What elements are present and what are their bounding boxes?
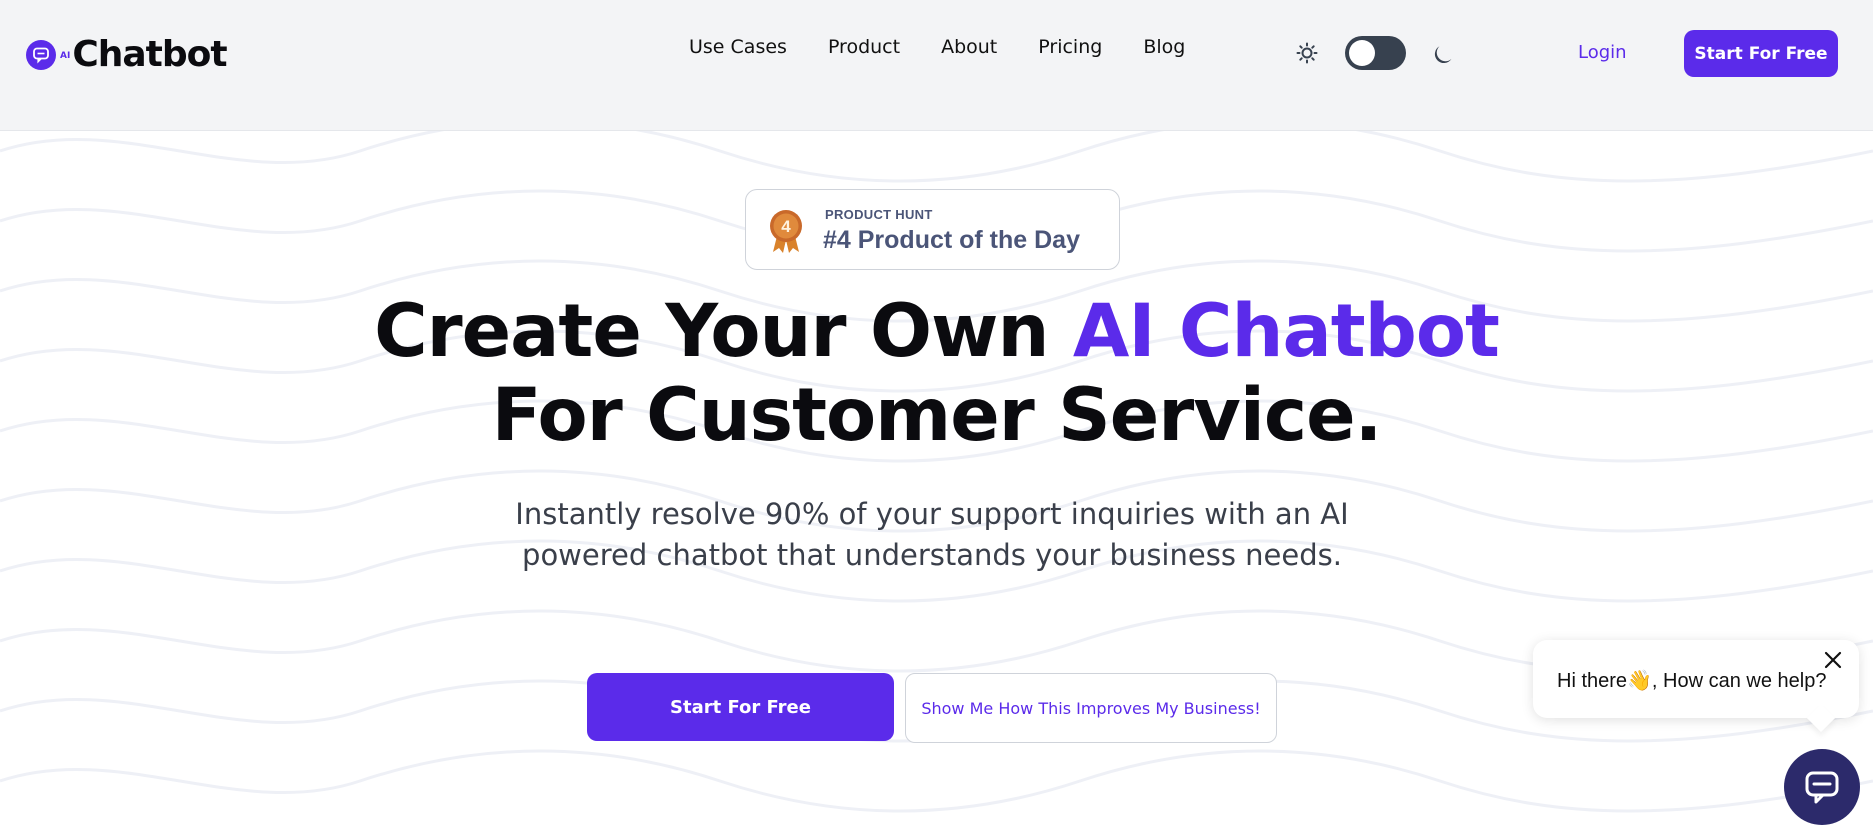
chat-launcher-button[interactable] bbox=[1784, 749, 1860, 825]
site-header: AI Chatbot Use Cases Product About Prici… bbox=[0, 0, 1873, 131]
close-icon[interactable] bbox=[1823, 650, 1843, 670]
login-link[interactable]: Login bbox=[1578, 42, 1627, 63]
toggle-knob bbox=[1349, 40, 1375, 66]
logo-ai-mark: AI bbox=[60, 50, 71, 61]
logo-text: Chatbot bbox=[72, 34, 227, 75]
medal-icon: 4 bbox=[770, 210, 802, 253]
show-me-how-button[interactable]: Show Me How This Improves My Business! bbox=[905, 673, 1277, 743]
theme-toggle[interactable] bbox=[1345, 36, 1406, 70]
medal-number: 4 bbox=[781, 217, 791, 236]
hero-subtext: Instantly resolve 90% of your support in… bbox=[515, 497, 1349, 572]
product-hunt-title: #4 Product of the Day bbox=[823, 226, 1080, 254]
header-start-free-button[interactable]: Start For Free bbox=[1684, 30, 1838, 77]
moon-icon bbox=[1434, 46, 1452, 64]
nav-item-product[interactable]: Product bbox=[828, 36, 900, 58]
headline-part1: Create Your Own bbox=[374, 289, 1073, 374]
chat-greeting-text: Hi there👋, How can we help? bbox=[1557, 670, 1827, 692]
hero-start-free-button[interactable]: Start For Free bbox=[587, 673, 894, 741]
product-hunt-badge[interactable]: 4 PRODUCT HUNT #4 Product of the Day bbox=[745, 189, 1120, 270]
headline-line2: For Customer Service. bbox=[491, 373, 1383, 458]
product-hunt-label: PRODUCT HUNT bbox=[825, 207, 933, 222]
chat-logo-icon bbox=[26, 39, 56, 70]
sun-icon bbox=[1296, 42, 1318, 64]
page: AI Chatbot Use Cases Product About Prici… bbox=[0, 0, 1873, 840]
logo[interactable]: AI Chatbot bbox=[26, 34, 228, 75]
headline-accent: AI Chatbot bbox=[1072, 289, 1500, 374]
nav-item-blog[interactable]: Blog bbox=[1143, 36, 1185, 58]
chat-greeting-bubble[interactable]: Hi there👋, How can we help? bbox=[1533, 640, 1859, 718]
main-nav: Use Cases Product About Pricing Blog bbox=[689, 36, 1226, 58]
nav-item-use-cases[interactable]: Use Cases bbox=[689, 36, 787, 58]
nav-item-pricing[interactable]: Pricing bbox=[1038, 36, 1102, 58]
hero-headline: Create Your Own AI Chatbot For Customer … bbox=[0, 290, 1873, 458]
chat-icon bbox=[1805, 771, 1839, 804]
nav-item-about[interactable]: About bbox=[941, 36, 997, 58]
